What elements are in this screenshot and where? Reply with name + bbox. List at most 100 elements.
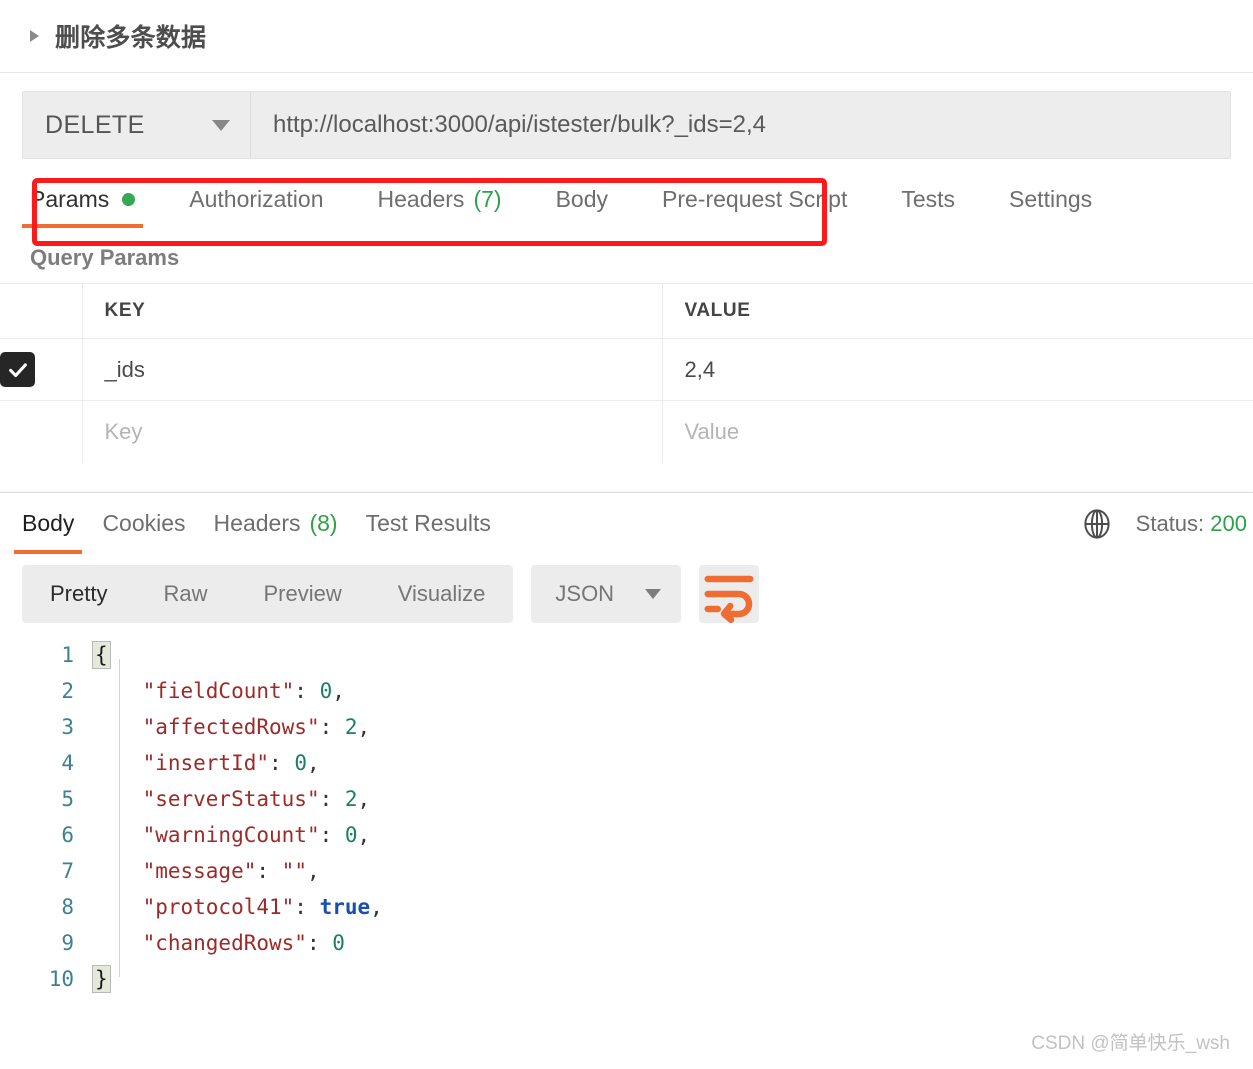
http-method-label: DELETE xyxy=(45,110,145,139)
tab-body[interactable]: Body xyxy=(556,171,608,228)
code-text: "protocol41": true, xyxy=(142,895,383,919)
tab-headers[interactable]: Headers (7) xyxy=(378,171,502,228)
response-tab-headers-label: Headers xyxy=(213,510,301,536)
response-tabs: Body Cookies Headers (8) Test Results St… xyxy=(0,493,1253,554)
header-value-label: VALUE xyxy=(684,300,751,321)
header-value-cell: VALUE xyxy=(662,284,1253,339)
response-panel: Body Cookies Headers (8) Test Results St… xyxy=(0,492,1253,1069)
chevron-down-icon xyxy=(212,119,230,131)
line-number: 9 xyxy=(61,931,74,955)
response-format-toolbar: Pretty Raw Preview Visualize JSON xyxy=(0,554,1253,623)
response-body-code[interactable]: 1{2 "fieldCount": 0, 3 "affectedRows": 2,… xyxy=(0,637,1253,997)
response-tab-cookies-label: Cookies xyxy=(102,510,186,536)
response-tab-body[interactable]: Body xyxy=(8,493,88,554)
code-text: } xyxy=(92,965,111,993)
view-pretty-button[interactable]: Pretty xyxy=(22,565,135,623)
table-row: _ids 2,4 xyxy=(0,338,1253,401)
tab-tests-label: Tests xyxy=(901,186,956,212)
code-line: 1{ xyxy=(0,637,1253,673)
tab-pre-request-script[interactable]: Pre-request Script xyxy=(662,171,847,228)
row-key-text: _ids xyxy=(104,356,145,382)
tab-authorization[interactable]: Authorization xyxy=(189,171,323,228)
tab-body-label: Body xyxy=(555,186,608,212)
line-number: 2 xyxy=(61,679,74,703)
chevron-down-icon xyxy=(645,589,662,599)
watermark: CSDN @简单快乐_wsh xyxy=(1031,1033,1230,1054)
tab-headers-count: (7) xyxy=(473,186,502,212)
empty-row-key-placeholder: Key xyxy=(104,418,143,444)
response-view-group: Pretty Raw Preview Visualize xyxy=(22,565,514,623)
code-text: { xyxy=(92,641,111,669)
empty-row-key-cell[interactable]: Key xyxy=(82,400,663,463)
response-tab-body-label: Body xyxy=(22,510,75,536)
url-text: http://localhost:3000/api/istester/bulk?… xyxy=(273,111,766,138)
query-params-table: KEY VALUE _ids 2,4 Key Value xyxy=(0,283,1253,463)
empty-row-value-cell[interactable]: Value xyxy=(662,401,1253,463)
code-text: "changedRows": 0 xyxy=(142,931,345,955)
tab-authorization-label: Authorization xyxy=(189,186,324,212)
wrap-text-icon xyxy=(704,575,754,623)
code-line: 3 "affectedRows": 2, xyxy=(0,709,1253,745)
row-enabled-checkbox[interactable] xyxy=(0,352,35,387)
code-text: "warningCount": 0, xyxy=(142,823,371,847)
view-preview-button[interactable]: Preview xyxy=(235,565,369,623)
code-line: 8 "protocol41": true, xyxy=(0,889,1253,925)
table-row-empty: Key Value xyxy=(0,400,1253,463)
code-text: "fieldCount": 0, xyxy=(142,679,345,703)
status-code: 200 xyxy=(1210,510,1247,536)
row-value-cell[interactable]: 2,4 xyxy=(662,339,1253,401)
empty-row-value-placeholder: Value xyxy=(684,418,740,444)
code-line: 5 "serverStatus": 2, xyxy=(0,781,1253,817)
row-checkbox-cell xyxy=(0,338,83,401)
code-line: 10} xyxy=(0,961,1253,997)
tab-headers-label: Headers xyxy=(377,186,465,212)
tab-pre-request-script-label: Pre-request Script xyxy=(662,186,848,212)
response-tab-test-results[interactable]: Test Results xyxy=(352,493,505,554)
line-number: 4 xyxy=(61,751,74,775)
code-text: "insertId": 0, xyxy=(142,751,320,775)
code-line: 7 "message": "", xyxy=(0,853,1253,889)
tab-settings-label: Settings xyxy=(1009,186,1093,212)
request-tabs: Params Authorization Headers (7) Body Pr… xyxy=(0,171,1253,228)
response-tab-headers[interactable]: Headers (8) xyxy=(200,493,352,554)
tab-tests[interactable]: Tests xyxy=(901,171,955,228)
line-number: 1 xyxy=(61,643,74,667)
request-title-bar: 删除多条数据 xyxy=(0,0,1253,73)
line-number: 5 xyxy=(61,787,74,811)
response-language-select[interactable]: JSON xyxy=(531,565,682,623)
globe-icon[interactable] xyxy=(1080,507,1114,541)
header-key-cell: KEY xyxy=(82,283,663,339)
line-number: 10 xyxy=(48,967,74,991)
line-number: 6 xyxy=(61,823,74,847)
table-header-row: KEY VALUE xyxy=(0,283,1253,339)
row-key-cell[interactable]: _ids xyxy=(82,338,663,401)
params-modified-dot-icon xyxy=(122,193,136,206)
row-value-text: 2,4 xyxy=(684,356,716,382)
code-text: "message": "", xyxy=(142,859,320,883)
wrap-text-button[interactable] xyxy=(699,565,760,623)
postman-request-response-view: 删除多条数据 DELETE http://localhost:3000/api/… xyxy=(0,0,1253,1069)
response-tab-test-results-label: Test Results xyxy=(365,510,491,536)
triangle-right-icon[interactable] xyxy=(30,30,39,42)
code-line: 6 "warningCount": 0, xyxy=(0,817,1253,853)
response-language-label: JSON xyxy=(555,581,615,606)
url-input[interactable]: http://localhost:3000/api/istester/bulk?… xyxy=(251,92,1230,158)
empty-row-checkbox-cell xyxy=(0,400,83,463)
response-tab-headers-count: (8) xyxy=(309,510,338,536)
tab-settings[interactable]: Settings xyxy=(1009,171,1092,228)
line-number: 7 xyxy=(61,859,74,883)
query-params-label: Query Params xyxy=(30,245,180,270)
line-number: 3 xyxy=(61,715,74,739)
view-visualize-button[interactable]: Visualize xyxy=(370,565,514,623)
header-checkbox-cell xyxy=(0,283,83,339)
status-label: Status: xyxy=(1135,510,1205,536)
response-tab-cookies[interactable]: Cookies xyxy=(88,493,199,554)
http-method-select[interactable]: DELETE xyxy=(23,92,251,158)
view-raw-button[interactable]: Raw xyxy=(135,565,235,623)
response-meta: Status: 200 xyxy=(1080,493,1253,554)
status-badge: Status: 200 xyxy=(1136,511,1247,537)
tab-params-label: Params xyxy=(30,186,110,212)
url-area: DELETE http://localhost:3000/api/isteste… xyxy=(0,73,1253,246)
tab-params[interactable]: Params xyxy=(21,171,144,228)
url-bar: DELETE http://localhost:3000/api/isteste… xyxy=(22,91,1231,159)
